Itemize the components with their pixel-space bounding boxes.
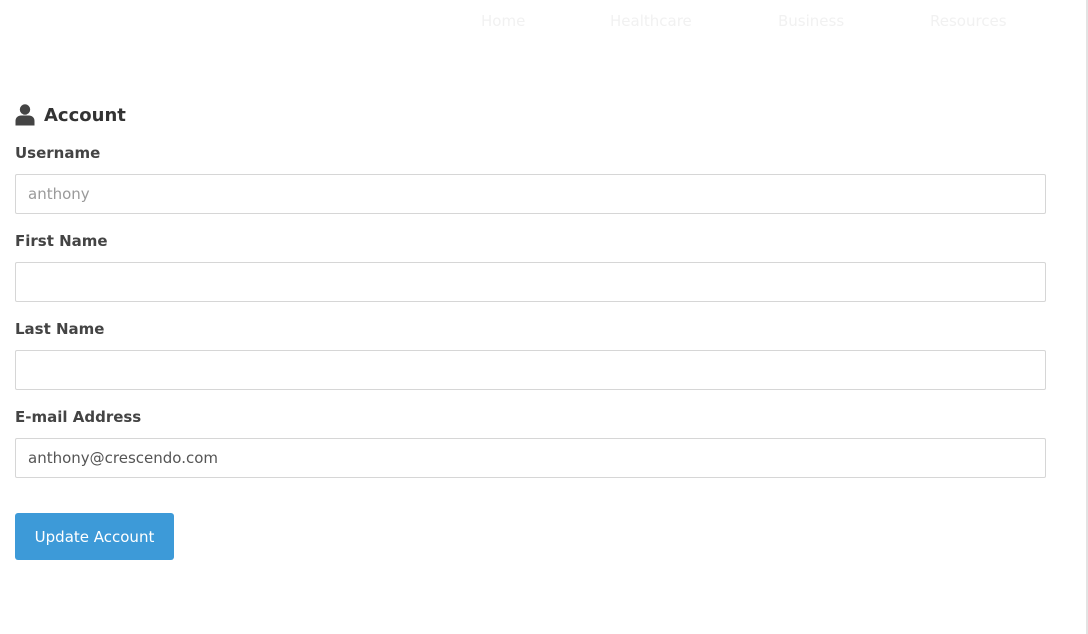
account-heading: Account: [15, 100, 1046, 130]
email-field[interactable]: [15, 438, 1046, 478]
username-label: Username: [15, 144, 101, 162]
last-name-field[interactable]: [15, 350, 1046, 390]
nav-link-resources[interactable]: Resources: [930, 12, 1007, 30]
email-label: E-mail Address: [15, 408, 142, 426]
page: Home Healthcare Business Resources Accou…: [0, 0, 1088, 634]
last-name-label: Last Name: [15, 320, 105, 338]
user-icon: [15, 104, 35, 126]
top-navigation: Home Healthcare Business Resources: [0, 12, 1086, 34]
update-account-button[interactable]: Update Account: [15, 513, 174, 560]
nav-link-healthcare[interactable]: Healthcare: [610, 12, 692, 30]
nav-link-business[interactable]: Business: [778, 12, 844, 30]
first-name-field[interactable]: [15, 262, 1046, 302]
username-field[interactable]: [15, 174, 1046, 214]
account-form: Account Username First Name Last Name E-…: [15, 100, 1046, 560]
first-name-label: First Name: [15, 232, 108, 250]
account-title: Account: [44, 104, 126, 126]
nav-link-home[interactable]: Home: [481, 12, 525, 30]
